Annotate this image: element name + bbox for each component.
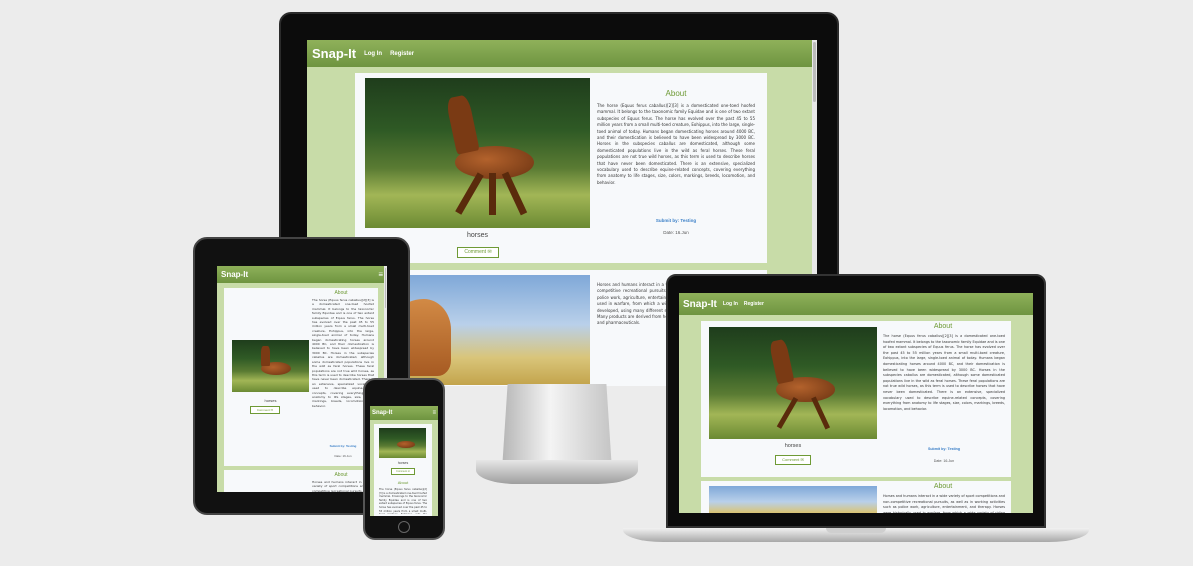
post-card: horses Comment ✉ About The horse (Equus … — [701, 321, 1011, 477]
phone: Snap-It ≡ horses Comment ✉ About The hor… — [363, 378, 445, 540]
phone-screen: Snap-It ≡ horses Comment ✉ About The hor… — [370, 406, 438, 516]
navbar: Snap-It ≡ — [370, 406, 438, 420]
brand-logo[interactable]: Snap-It — [372, 410, 392, 416]
image-caption: horses — [264, 398, 277, 403]
post-image — [709, 486, 877, 513]
comment-label: Comment — [396, 470, 408, 473]
post-image — [232, 340, 309, 392]
monitor-base — [476, 460, 638, 484]
post-title: About — [665, 89, 687, 98]
comment-label: Comment — [464, 249, 487, 255]
post-card: horses Comment ✉ About The horse (Equus … — [374, 424, 432, 516]
post-date: Date: 16.Jun — [663, 230, 689, 235]
brand-logo[interactable]: Snap-It — [683, 299, 717, 310]
post-card: About horses Comment ✉ The horse (Equus … — [224, 288, 378, 466]
brand-logo[interactable]: Snap-It — [312, 46, 356, 61]
laptop-screen: Snap-It Log In Register horses Comment ✉… — [679, 293, 1033, 513]
envelope-icon: ✉ — [407, 470, 410, 473]
laptop: Snap-It Log In Register horses Comment ✉… — [666, 274, 1046, 528]
post-image — [379, 428, 426, 458]
comment-button[interactable]: Comment ✉ — [457, 247, 499, 258]
comment-label: Comment — [782, 457, 800, 462]
brand-logo[interactable]: Snap-It — [221, 270, 248, 279]
comment-button[interactable]: Comment ✉ — [391, 468, 415, 475]
envelope-icon: ✉ — [270, 408, 274, 412]
post-card: About Horses and humans interact in a wi… — [224, 470, 378, 492]
envelope-icon: ✉ — [800, 457, 804, 462]
monitor-neck — [502, 384, 612, 464]
tablet-screen: Snap-It ≡ About horses Comment ✉ The hor… — [217, 266, 387, 492]
comment-button[interactable]: Comment ✉ — [775, 455, 811, 465]
laptop-notch — [826, 528, 886, 533]
nav-register-link[interactable]: Register — [744, 301, 764, 307]
post-body: Horses and humans interact in a wide var… — [883, 494, 1005, 513]
navbar: Snap-It Log In Register — [679, 293, 1033, 315]
envelope-icon: ✉ — [487, 249, 492, 255]
post-title: About — [933, 323, 953, 330]
post-image — [365, 78, 590, 228]
post-title: About — [334, 290, 348, 296]
hamburger-menu-icon[interactable]: ≡ — [378, 270, 383, 279]
navbar: Snap-It Log In Register — [307, 40, 817, 67]
phone-home-button[interactable] — [398, 521, 410, 533]
post-title: About — [933, 483, 953, 490]
post-card: About Horses and humans interact in a wi… — [701, 481, 1011, 513]
post-body: The horse (Equus ferus caballus)[2][3] i… — [379, 488, 427, 514]
submitted-by[interactable]: Submit by: Testing — [597, 218, 755, 223]
post-image — [709, 327, 877, 439]
image-caption: horses — [397, 461, 409, 465]
nav-login-link[interactable]: Log In — [723, 301, 738, 307]
post-body: The horse (Equus ferus caballus)[2][3] i… — [883, 334, 1005, 411]
submitted-by[interactable]: Submit by: Testing — [883, 447, 1005, 451]
image-caption: horses — [784, 443, 802, 449]
post-date: Date: 16.Jun — [933, 459, 955, 463]
hamburger-menu-icon[interactable]: ≡ — [432, 410, 436, 416]
nav-login-link[interactable]: Log In — [364, 51, 382, 57]
post-body: The horse (Equus ferus caballus)[2][3] i… — [597, 103, 755, 185]
post-title: About — [397, 480, 409, 485]
nav-register-link[interactable]: Register — [390, 51, 414, 57]
comment-label: Comment — [256, 408, 270, 412]
comment-button[interactable]: Comment ✉ — [250, 406, 280, 414]
navbar: Snap-It ≡ — [217, 266, 387, 283]
post-card: horses Comment ✉ About The horse (Equus … — [355, 73, 767, 263]
